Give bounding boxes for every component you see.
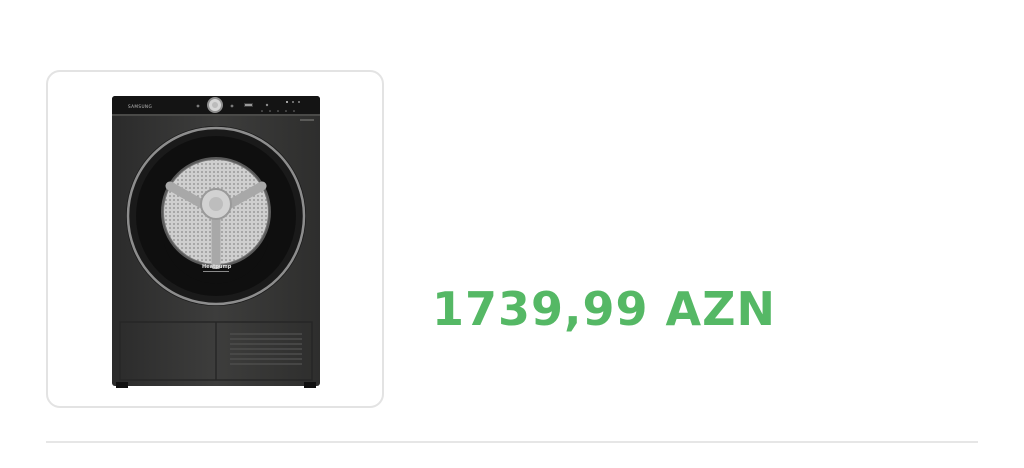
brand-logo-text: SAMSUNG xyxy=(128,104,152,109)
product-image-card[interactable]: SAMSUNG Heatpump xyxy=(46,70,384,408)
divider xyxy=(46,441,978,443)
listing-page: SAMSUNG Heatpump 1739,99 AZN xyxy=(0,0,1024,468)
door-logo-text: Heatpump xyxy=(202,264,232,270)
price-label: 1739,99 AZN xyxy=(432,282,776,336)
tumble-dryer-image[interactable]: SAMSUNG Heatpump xyxy=(112,94,322,390)
